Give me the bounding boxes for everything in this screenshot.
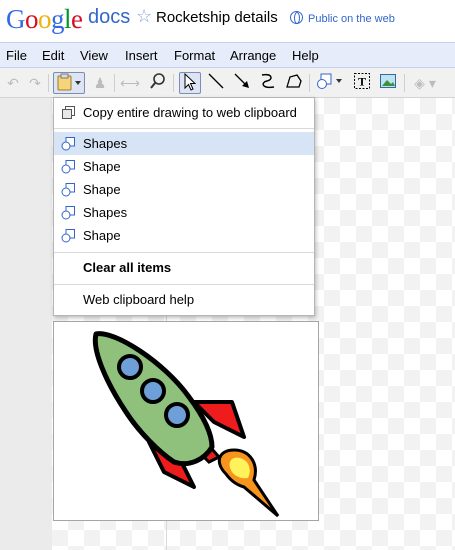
shapes-icon [61, 160, 75, 174]
zoom-icon[interactable] [146, 72, 170, 94]
menu-separator [54, 252, 314, 253]
clipboard-item-label: Shape [83, 228, 121, 243]
document-title[interactable]: Rocketship details [156, 9, 278, 26]
polyline-icon[interactable] [283, 72, 305, 94]
flame-outer [217, 448, 280, 518]
rocket-window [140, 378, 166, 404]
clipboard-item-label: Shape [83, 159, 121, 174]
sharing-status-link[interactable]: Public on the web [308, 13, 395, 25]
rocket-window [164, 402, 190, 428]
shapes-icon [61, 229, 75, 243]
redo-icon[interactable]: ↷ [26, 72, 44, 94]
logo-letter: g [51, 4, 65, 34]
copy-to-clipboard-label: Copy entire drawing to web clipboard [83, 105, 297, 120]
toolbar-separator [173, 74, 174, 92]
menu-bar: File Edit View Insert Format Arrange Hel… [0, 42, 455, 68]
fit-icon[interactable]: ⟷ [118, 72, 142, 94]
shape-icon[interactable] [314, 72, 346, 94]
rocket-drawing[interactable] [53, 321, 319, 521]
clipboard-item-label: Shapes [83, 136, 128, 151]
canvas-gutter [0, 98, 52, 550]
logo-letter: e [71, 4, 83, 34]
web-clipboard-help-label: Web clipboard help [83, 292, 195, 307]
web-clipboard-menu: Copy entire drawing to web clipboard Sha… [53, 97, 315, 316]
line-icon[interactable] [205, 72, 227, 94]
clear-all-items[interactable]: Clear all items [54, 256, 314, 279]
toolbar-separator [114, 74, 115, 92]
fill-color-icon[interactable]: ◈ ▾ [410, 72, 440, 94]
copy-to-clipboard-item[interactable]: Copy entire drawing to web clipboard [54, 101, 314, 124]
google-logo[interactable]: Google [6, 4, 83, 35]
menu-help[interactable]: Help [292, 48, 319, 63]
textbox-icon[interactable]: T [351, 72, 373, 94]
toolbar-separator [48, 74, 49, 92]
menu-edit[interactable]: Edit [42, 48, 64, 63]
clipboard-item[interactable]: Shapes [54, 201, 314, 224]
menu-view[interactable]: View [80, 48, 108, 63]
menu-separator [54, 284, 314, 285]
menu-insert[interactable]: Insert [125, 48, 158, 63]
curve-icon[interactable] [257, 72, 279, 94]
menu-format[interactable]: Format [174, 48, 215, 63]
menu-arrange[interactable]: Arrange [230, 48, 276, 63]
globe-icon [290, 11, 303, 24]
shapes-icon [61, 137, 75, 151]
svg-text:T: T [358, 75, 366, 89]
select-icon[interactable] [179, 72, 201, 94]
image-icon[interactable] [377, 72, 399, 94]
clipboard-item-label: Shapes [83, 205, 128, 220]
star-icon[interactable]: ☆ [136, 6, 152, 27]
logo-letter: G [6, 4, 26, 34]
toolbar: ↶ ↷ ♟ ⟷ T ◈ ▾ [0, 68, 455, 98]
product-name[interactable]: docs [88, 6, 130, 29]
toolbar-separator [404, 74, 405, 92]
clipboard-item-label: Shape [83, 182, 121, 197]
undo-icon[interactable]: ↶ [4, 72, 22, 94]
clear-all-label: Clear all items [83, 260, 172, 275]
paint-format-icon[interactable]: ♟ [90, 72, 110, 94]
logo-letter: o [25, 4, 39, 34]
shapes-icon [61, 183, 75, 197]
rocket-window [117, 354, 143, 380]
arrow-icon[interactable] [231, 72, 253, 94]
clipboard-item[interactable]: Shapes [54, 132, 314, 155]
web-clipboard-help[interactable]: Web clipboard help [54, 288, 314, 311]
logo-letter: l [64, 4, 72, 34]
app-header: Google docs ☆ Rocketship details Public … [0, 0, 455, 42]
menu-separator [54, 128, 314, 129]
clipboard-item[interactable]: Shape [54, 224, 314, 247]
copy-icon [62, 106, 75, 119]
rocket-illustration [92, 331, 280, 518]
shapes-icon [61, 206, 75, 220]
web-clipboard-icon[interactable] [53, 72, 85, 94]
menu-file[interactable]: File [6, 48, 27, 63]
logo-letter: o [38, 4, 52, 34]
clipboard-item[interactable]: Shape [54, 155, 314, 178]
clipboard-item[interactable]: Shape [54, 178, 314, 201]
toolbar-separator [309, 74, 310, 92]
